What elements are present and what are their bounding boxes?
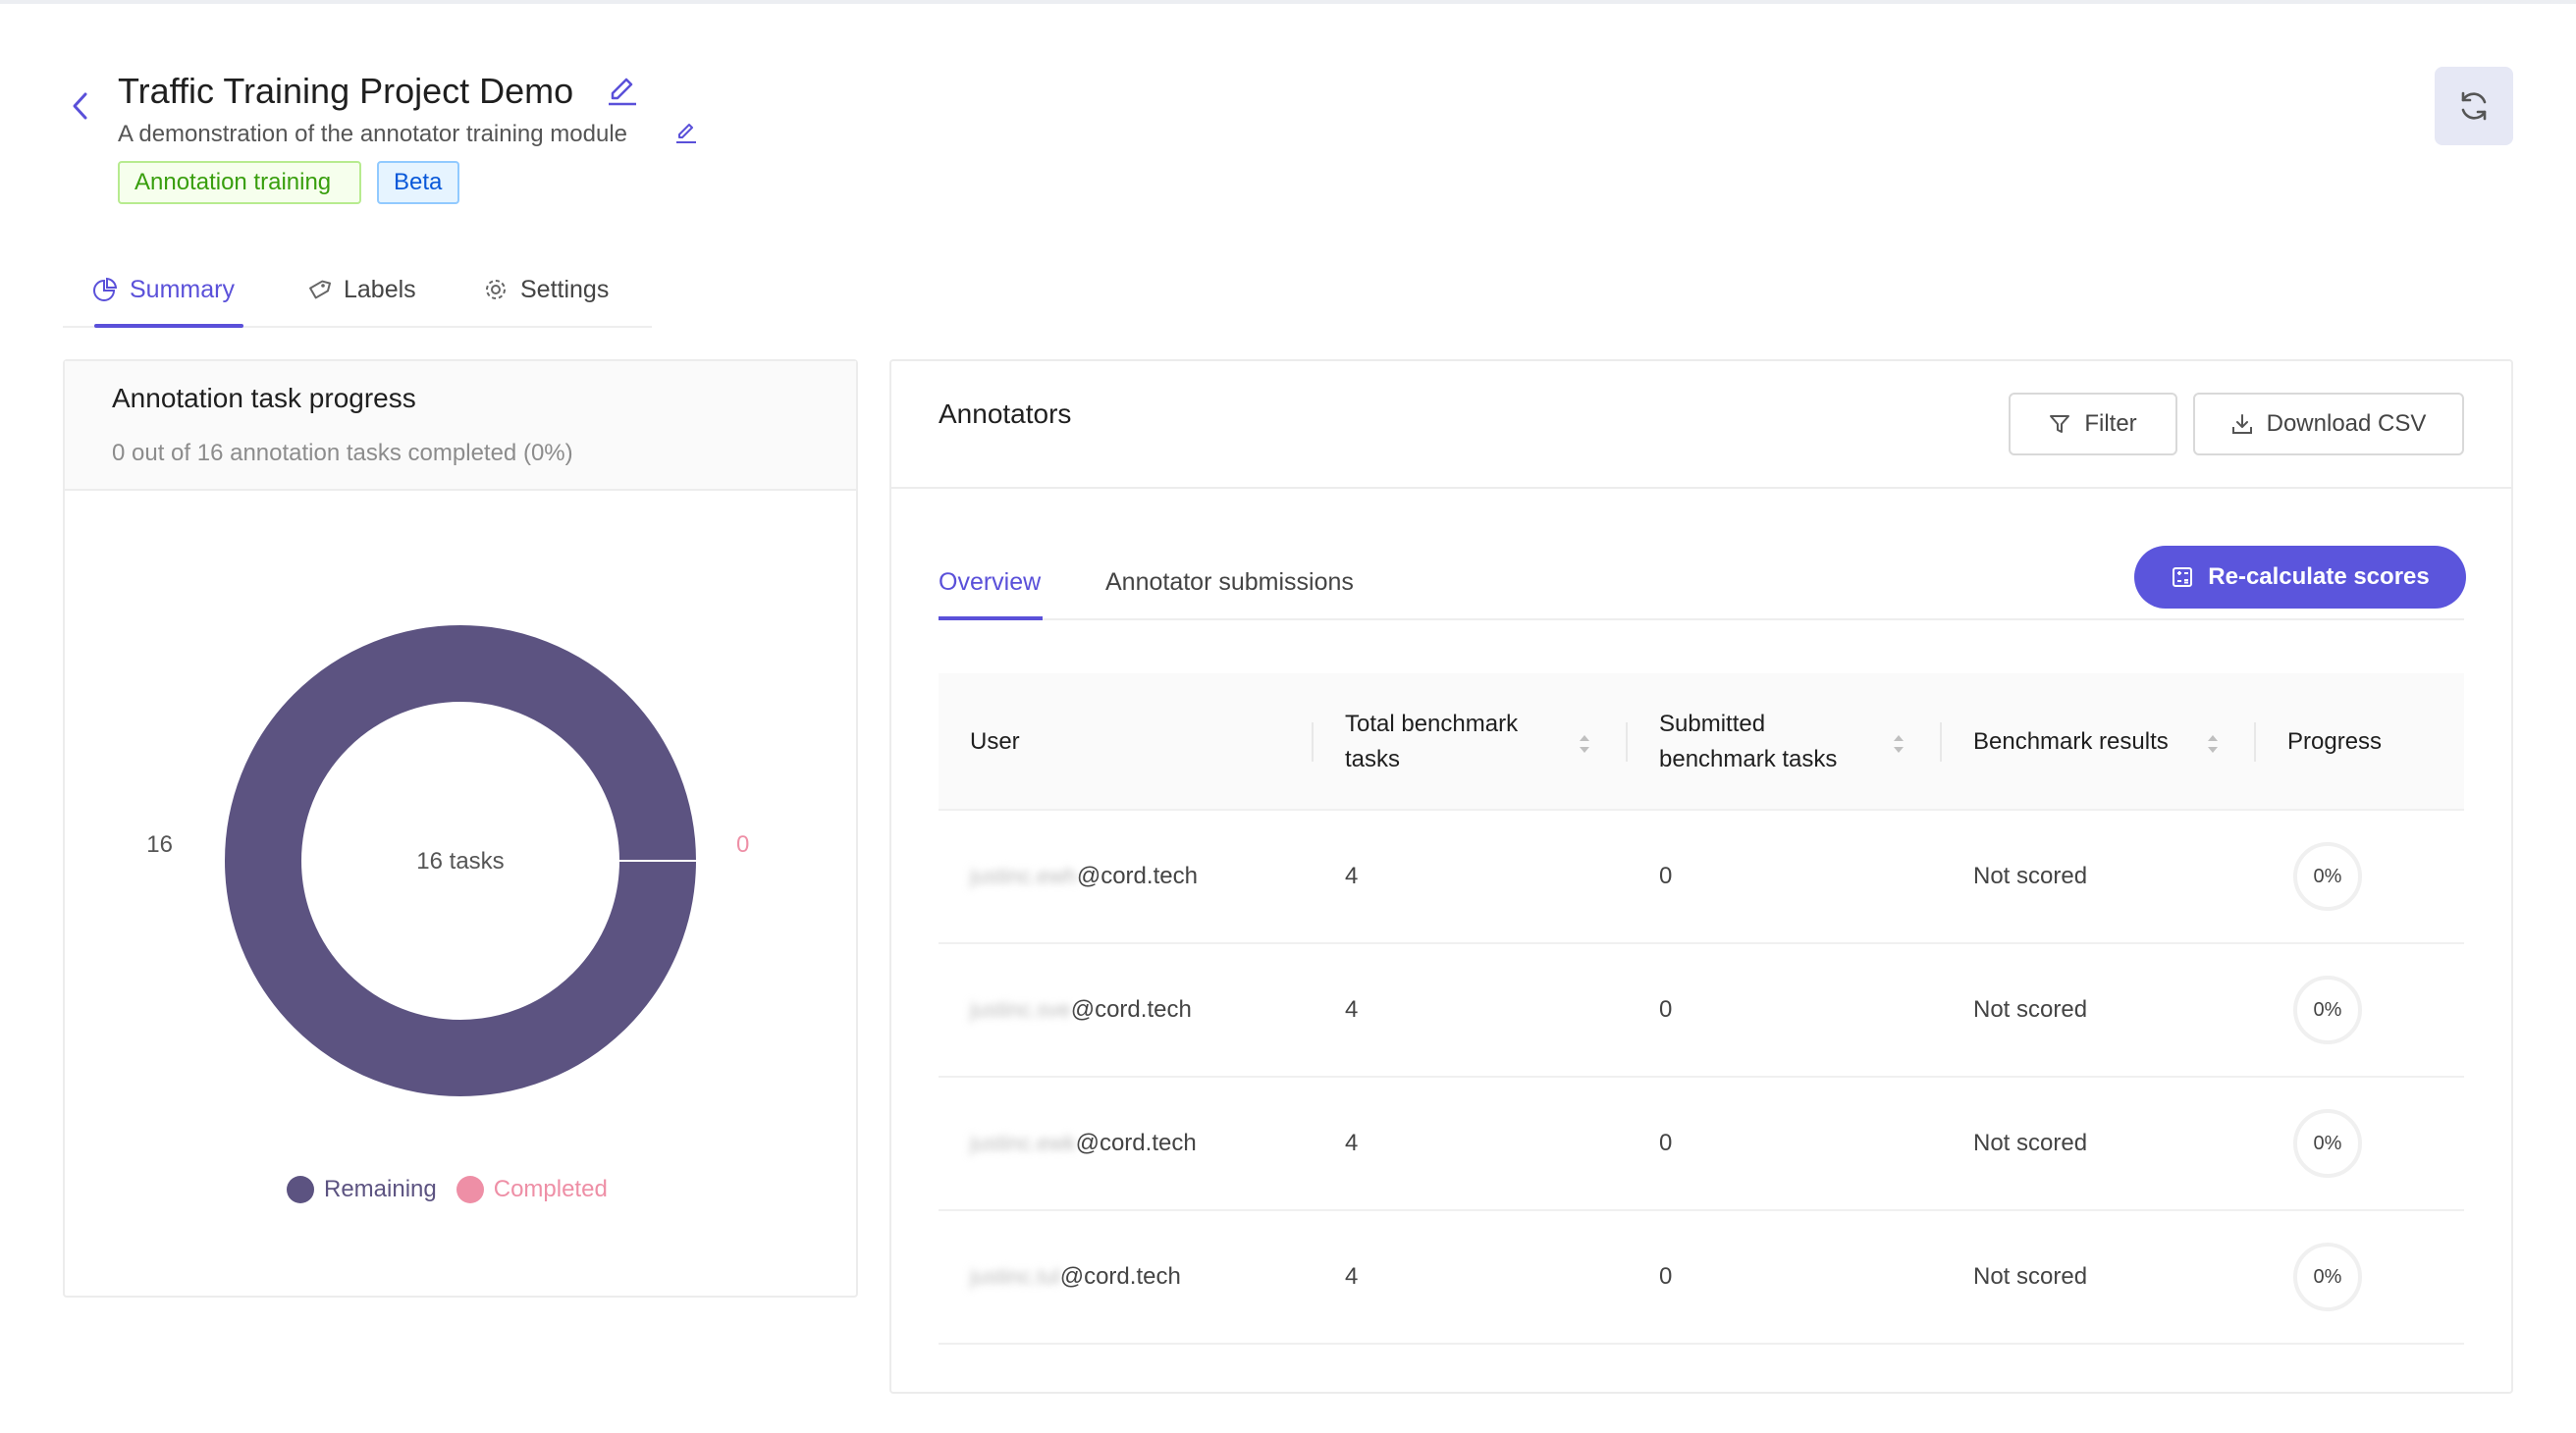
sort-total-icon[interactable] (1577, 730, 1592, 758)
column-total-benchmark-tasks: Total benchmark tasks (1345, 711, 1519, 772)
legend-remaining[interactable]: Remaining (287, 1176, 437, 1203)
chart-legend: Remaining Completed (287, 1176, 608, 1203)
column-user: User (970, 728, 1020, 755)
recalculate-scores-label: Re-calculate scores (2208, 563, 2430, 590)
redacted-username: justinc.tul (970, 1264, 1060, 1289)
annotators-title: Annotators (939, 398, 1072, 429)
legend-completed-label: Completed (493, 1176, 608, 1202)
donut-center-label: 16 tasks (416, 848, 504, 875)
active-tab-indicator (94, 324, 243, 328)
user-cell: justinc.tul @cord.tech (970, 1211, 1181, 1343)
calculator-icon (2173, 567, 2193, 587)
column-divider (1312, 722, 1314, 762)
subtab-annotator-submissions[interactable]: Annotator submissions (1105, 544, 1354, 620)
redacted-username: justinc.ewh (970, 864, 1077, 888)
page-subtitle: A demonstration of the annotator trainin… (118, 121, 627, 147)
user-cell: justinc.ewh @cord.tech (970, 811, 1198, 942)
column-divider (1940, 722, 1942, 762)
progress-card-header: Annotation task progress 0 out of 16 ann… (65, 361, 856, 491)
top-border (0, 0, 2576, 4)
progress-title: Annotation task progress (112, 383, 416, 413)
download-csv-label: Download CSV (2266, 410, 2427, 437)
pie-chart-icon (93, 277, 118, 301)
submitted-cell: 0 (1659, 863, 1673, 889)
sort-results-icon[interactable] (2205, 730, 2221, 758)
donut-chart: 16 tasks 16 0 (146, 625, 749, 1096)
tab-labels-label: Labels (344, 275, 416, 303)
active-subtab-indicator (939, 616, 1043, 620)
table-row[interactable]: justinc.tul @cord.tech 4 0 Not scored 0% (939, 1211, 2464, 1345)
redacted-username: justinc.ewk (970, 1131, 1076, 1155)
page-title: Traffic Training Project Demo (118, 71, 574, 111)
chevron-left-icon (73, 92, 87, 120)
annotators-header: Annotators Filter Download CSV (891, 361, 2511, 489)
user-email-domain: @cord.tech (1059, 1263, 1181, 1290)
progress-circle: 0% (2293, 1243, 2362, 1311)
remaining-swatch (287, 1176, 314, 1203)
refresh-icon (2461, 91, 2487, 121)
tab-summary-label: Summary (130, 275, 235, 303)
result-cell: Not scored (1973, 996, 2088, 1023)
user-cell: justinc.sve @cord.tech (970, 944, 1192, 1076)
edit-title-icon[interactable] (605, 73, 640, 108)
result-cell: Not scored (1973, 1130, 2088, 1156)
annotators-table: User Total benchmark tasks Submitted ben… (939, 673, 2464, 1345)
filter-label: Filter (2084, 410, 2137, 437)
sort-submitted-icon[interactable] (1891, 730, 1906, 758)
download-icon (2231, 414, 2252, 434)
download-csv-button[interactable]: Download CSV (2193, 393, 2464, 455)
edit-subtitle-icon[interactable] (673, 120, 699, 145)
submitted-cell: 0 (1659, 996, 1673, 1023)
submitted-cell: 0 (1659, 1130, 1673, 1156)
tab-settings-label: Settings (520, 275, 610, 303)
user-email-domain: @cord.tech (1075, 1130, 1197, 1156)
back-button[interactable] (63, 88, 98, 124)
subtab-overview[interactable]: Overview (939, 544, 1041, 620)
table-header: User Total benchmark tasks Submitted ben… (939, 673, 2464, 811)
refresh-button[interactable] (2435, 67, 2513, 145)
table-row[interactable]: justinc.ewh @cord.tech 4 0 Not scored 0% (939, 811, 2464, 944)
result-cell: Not scored (1973, 1263, 2088, 1290)
column-divider (2254, 722, 2256, 762)
column-benchmark-results: Benchmark results (1973, 728, 2169, 755)
table-row[interactable]: justinc.ewk @cord.tech 4 0 Not scored 0% (939, 1078, 2464, 1211)
gear-icon (486, 280, 506, 299)
annotation-progress-card: Annotation task progress 0 out of 16 ann… (63, 359, 858, 1298)
annotation-training-tag: Annotation training (118, 161, 361, 204)
column-submitted-benchmark-tasks: Submitted benchmark tasks (1659, 711, 1838, 772)
user-email-domain: @cord.tech (1076, 863, 1198, 889)
progress-circle: 0% (2293, 976, 2362, 1044)
filter-icon (2050, 415, 2070, 433)
progress-chart: 16 tasks 16 0 Remaining Completed (65, 493, 856, 1296)
remaining-count-label: 16 (146, 831, 173, 858)
progress-circle: 0% (2293, 842, 2362, 911)
total-cell: 4 (1345, 863, 1359, 889)
annotators-card: Annotators Filter Download CSV Overview … (889, 359, 2513, 1394)
total-cell: 4 (1345, 1130, 1359, 1156)
progress-circle: 0% (2293, 1109, 2362, 1178)
table-row[interactable]: justinc.sve @cord.tech 4 0 Not scored 0% (939, 944, 2464, 1078)
filter-button[interactable]: Filter (2009, 393, 2177, 455)
tab-settings[interactable]: Settings (483, 251, 609, 328)
redacted-username: justinc.sve (970, 997, 1071, 1022)
progress-summary: 0 out of 16 annotation tasks completed (… (112, 440, 573, 466)
tab-labels[interactable]: Labels (306, 251, 416, 328)
total-cell: 4 (1345, 1263, 1359, 1290)
column-progress: Progress (2287, 728, 2383, 755)
tag-icon (309, 280, 332, 299)
legend-remaining-label: Remaining (324, 1176, 437, 1202)
user-cell: justinc.ewk @cord.tech (970, 1078, 1197, 1209)
project-tabs: Summary Labels Settings (63, 251, 652, 328)
user-email-domain: @cord.tech (1070, 996, 1192, 1023)
submitted-cell: 0 (1659, 1263, 1673, 1290)
completed-count-label: 0 (736, 831, 749, 858)
recalculate-scores-button[interactable]: Re-calculate scores (2134, 546, 2466, 609)
result-cell: Not scored (1973, 863, 2088, 889)
total-cell: 4 (1345, 996, 1359, 1023)
completed-swatch (456, 1176, 484, 1203)
legend-completed[interactable]: Completed (456, 1176, 608, 1203)
beta-tag: Beta (377, 161, 459, 204)
tab-summary[interactable]: Summary (92, 251, 235, 328)
column-divider (1626, 722, 1628, 762)
